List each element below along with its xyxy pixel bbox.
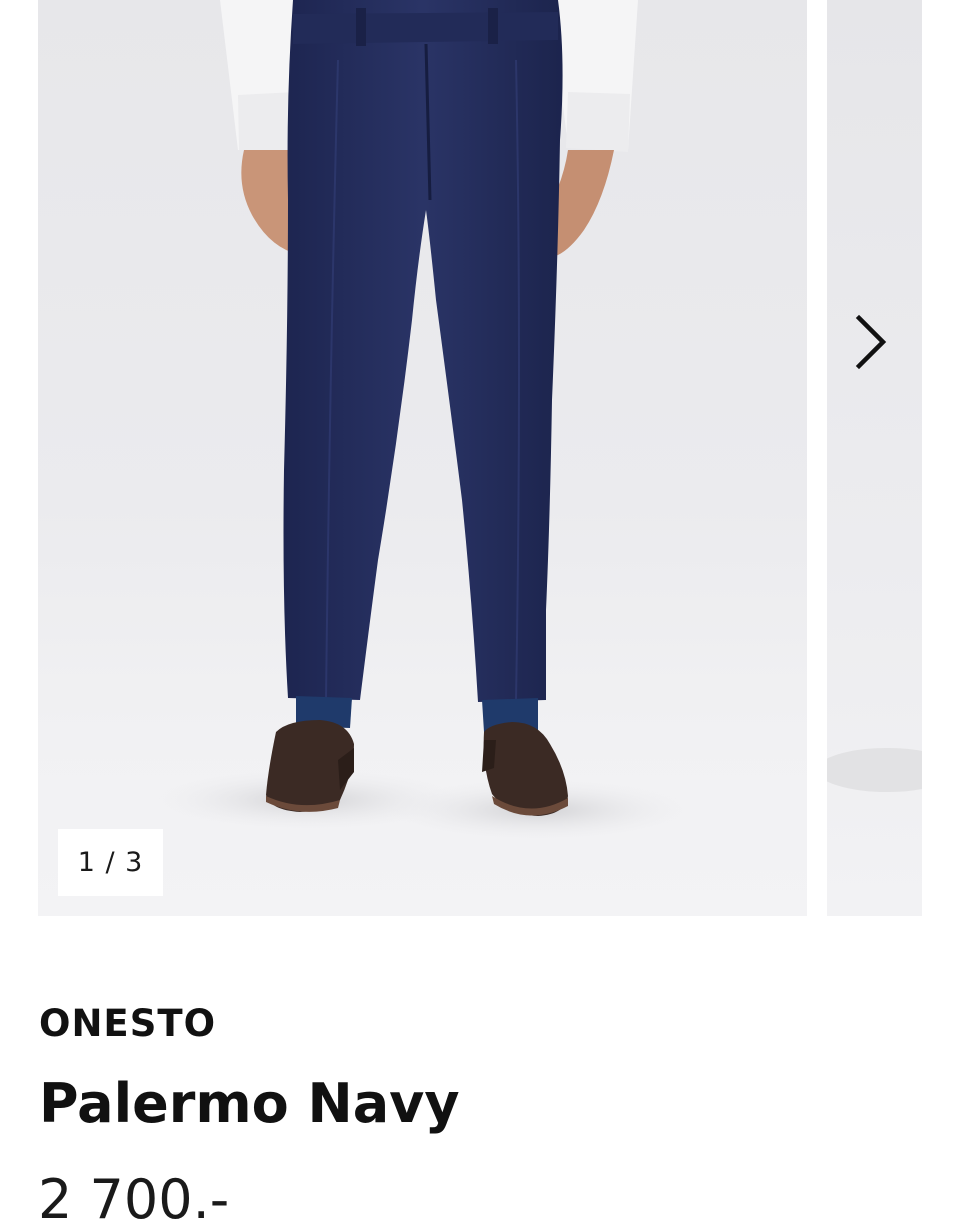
- product-title: Palermo Navy: [39, 1072, 460, 1135]
- image-counter: 1 / 3: [58, 829, 163, 896]
- next-photo-preview: [827, 748, 922, 792]
- product-photo: [158, 0, 688, 840]
- product-price: 2 700.-: [38, 1168, 230, 1221]
- product-image-main[interactable]: [38, 0, 807, 916]
- next-image-button[interactable]: [848, 312, 894, 372]
- product-image-next-preview[interactable]: [827, 0, 922, 916]
- product-brand[interactable]: ONESTO: [39, 1002, 216, 1045]
- product-image-gallery[interactable]: 1 / 3: [0, 0, 960, 916]
- chevron-right-icon: [855, 314, 887, 370]
- product-page: 1 / 3 ONESTO Palermo Navy 2 700.-: [0, 0, 960, 1221]
